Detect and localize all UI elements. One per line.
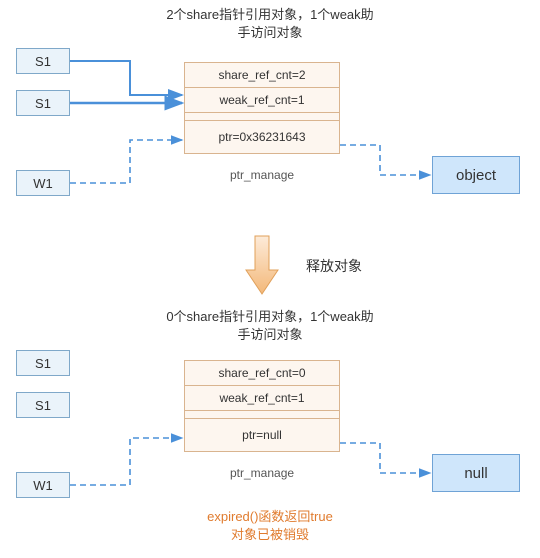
top-title-line2: 手访问对象 bbox=[237, 25, 302, 40]
bottom-w1-box: W1 bbox=[16, 472, 70, 498]
top-share-ref: share_ref_cnt=2 bbox=[185, 63, 339, 88]
top-w1-label: W1 bbox=[33, 176, 53, 191]
bottom-ptr: ptr=null bbox=[185, 419, 339, 451]
top-manage-box: share_ref_cnt=2 weak_ref_cnt=1 ptr=0x362… bbox=[184, 62, 340, 154]
top-s1b-label: S1 bbox=[35, 96, 51, 111]
top-manage-label: ptr_manage bbox=[230, 168, 294, 182]
footer-line2: 对象已被销毁 bbox=[231, 527, 309, 542]
bottom-share-ref: share_ref_cnt=0 bbox=[185, 361, 339, 386]
top-object-label: object bbox=[456, 167, 496, 184]
bottom-object-box: null bbox=[432, 454, 520, 492]
top-ptr: ptr=0x36231643 bbox=[185, 121, 339, 153]
footer-text: expired()函数返回true 对象已被销毁 bbox=[120, 508, 420, 544]
top-s1b-box: S1 bbox=[16, 90, 70, 116]
bottom-s1a-box: S1 bbox=[16, 350, 70, 376]
bottom-s1b-box: S1 bbox=[16, 392, 70, 418]
top-w1-box: W1 bbox=[16, 170, 70, 196]
top-s1a-label: S1 bbox=[35, 54, 51, 69]
bottom-s1a-label: S1 bbox=[35, 356, 51, 371]
top-weak-ref: weak_ref_cnt=1 bbox=[185, 88, 339, 113]
release-label: 释放对象 bbox=[306, 256, 362, 276]
bottom-weak-ref: weak_ref_cnt=1 bbox=[185, 386, 339, 411]
bottom-w1-label: W1 bbox=[33, 478, 53, 493]
top-s1a-box: S1 bbox=[16, 48, 70, 74]
bottom-manage-label: ptr_manage bbox=[230, 466, 294, 480]
bottom-object-label: null bbox=[464, 465, 487, 482]
bottom-gap bbox=[185, 411, 339, 419]
top-gap bbox=[185, 113, 339, 121]
bottom-manage-box: share_ref_cnt=0 weak_ref_cnt=1 ptr=null bbox=[184, 360, 340, 452]
bottom-title-line1: 0个share指针引用对象，1个weak助 bbox=[166, 309, 373, 324]
bottom-title: 0个share指针引用对象，1个weak助 手访问对象 bbox=[120, 308, 420, 344]
top-title: 2个share指针引用对象，1个weak助 手访问对象 bbox=[120, 6, 420, 42]
top-object-box: object bbox=[432, 156, 520, 194]
top-title-line1: 2个share指针引用对象，1个weak助 bbox=[166, 7, 373, 22]
bottom-title-line2: 手访问对象 bbox=[237, 327, 302, 342]
release-arrow-icon bbox=[244, 234, 280, 296]
footer-line1: expired()函数返回true bbox=[207, 509, 333, 524]
bottom-s1b-label: S1 bbox=[35, 398, 51, 413]
